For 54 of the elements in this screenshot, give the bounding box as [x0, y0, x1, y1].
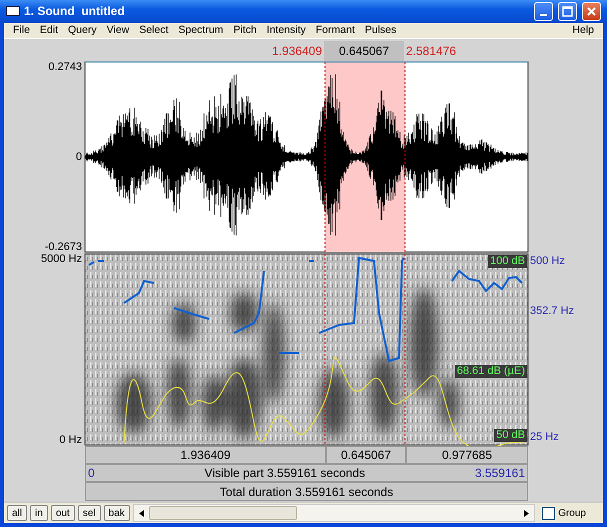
- frequency-max-label: 5000 Hz: [41, 253, 82, 266]
- pitch-mean-label: 352.7 Hz: [530, 305, 574, 318]
- menu-item[interactable]: Edit: [34, 24, 64, 36]
- selection-duration: 0.645067: [324, 41, 404, 62]
- intensity-max-label: 100 dB: [488, 255, 527, 268]
- help-menu[interactable]: Help: [567, 24, 599, 36]
- maximize-icon: [562, 6, 573, 17]
- visible-start-time: 0: [88, 466, 95, 480]
- menu-item[interactable]: View: [102, 24, 134, 36]
- selection-start: 1.936409: [270, 44, 323, 58]
- menu-item[interactable]: Pulses: [360, 24, 402, 36]
- intensity-min-label: 50 dB: [494, 429, 527, 442]
- menu-item[interactable]: Pitch: [228, 24, 262, 36]
- maximize-button[interactable]: [558, 2, 577, 21]
- menu-item[interactable]: File: [8, 24, 35, 36]
- minimize-icon: [540, 14, 547, 16]
- horizontal-scrollbar[interactable]: [132, 504, 536, 522]
- zoom-button[interactable]: in: [30, 505, 48, 522]
- amplitude-min-label: -0.2673: [44, 241, 82, 254]
- zoom-button[interactable]: out: [50, 505, 75, 522]
- zoom-button[interactable]: bak: [104, 505, 130, 522]
- total-duration-button[interactable]: Total duration 3.559161 seconds: [85, 482, 528, 502]
- menu-item[interactable]: Intensity: [262, 24, 311, 36]
- amplitude-zero-label: 0: [76, 151, 82, 164]
- menu-item[interactable]: Select: [134, 24, 174, 36]
- pitch-min-label: 25 Hz: [530, 431, 559, 444]
- visible-part-label: Visible part 3.559161 seconds: [204, 466, 366, 480]
- amplitude-max-label: 0.2743: [48, 61, 82, 74]
- group-label: Group: [558, 508, 586, 519]
- menu-item[interactable]: Formant: [310, 24, 360, 36]
- visible-part-bar[interactable]: 0 Visible part 3.559161 seconds 3.559161: [85, 464, 528, 482]
- window-title: 1. Sound untitled: [24, 4, 125, 18]
- menu-item[interactable]: Query: [63, 24, 102, 36]
- segment-duration-button[interactable]: 1.936409: [85, 446, 326, 464]
- close-button[interactable]: [582, 2, 601, 21]
- zoom-button[interactable]: sel: [78, 505, 101, 522]
- frequency-min-label: 0 Hz: [59, 434, 82, 446]
- intensity-mean-label: 68.61 dB (µE): [454, 365, 527, 378]
- segment-duration-button[interactable]: 0.645067: [326, 446, 406, 464]
- menu-item[interactable]: Spectrum: [173, 24, 228, 36]
- waveform-drawing[interactable]: [84, 61, 529, 254]
- zoom-button[interactable]: all: [7, 505, 28, 522]
- minimize-button[interactable]: [534, 2, 553, 21]
- scroll-right-icon[interactable]: [524, 510, 530, 517]
- spectrogram-drawing[interactable]: [84, 253, 529, 446]
- selection-end: 2.581476: [405, 44, 458, 58]
- scroll-left-icon[interactable]: [138, 510, 144, 517]
- visible-end-time: 3.559161: [474, 466, 525, 480]
- scroll-thumb[interactable]: [148, 506, 297, 520]
- window-icon: [6, 6, 20, 16]
- pitch-max-label: 500 Hz: [530, 255, 565, 268]
- close-icon: [586, 6, 597, 17]
- group-checkbox[interactable]: [542, 506, 556, 520]
- segment-duration-button[interactable]: 0.977685: [406, 446, 528, 464]
